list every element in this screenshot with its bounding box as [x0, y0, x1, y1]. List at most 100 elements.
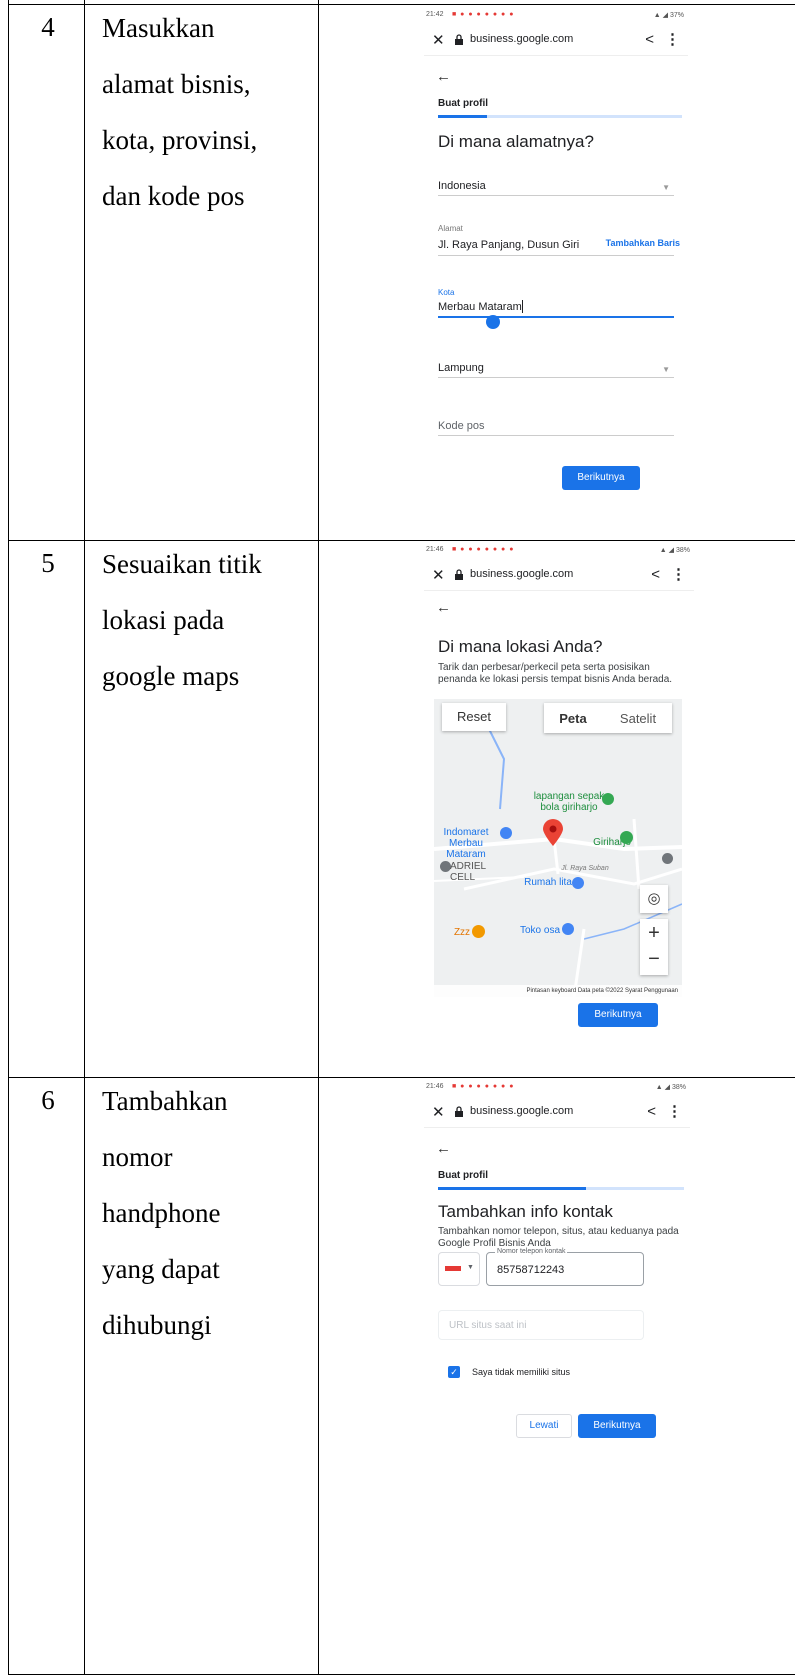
- step-description: Sesuaikan titik lokasi pada google maps: [102, 536, 302, 704]
- poi-lapangan[interactable]: lapangan sepak bola giriharjo: [524, 791, 614, 813]
- website-url-field[interactable]: URL situs saat ini: [438, 1310, 644, 1340]
- page-title: Di mana lokasi Anda?: [438, 637, 603, 656]
- poi-park-icon: [602, 793, 614, 805]
- zoom-out-button[interactable]: −: [640, 947, 668, 971]
- poi-generic-icon: [662, 853, 673, 864]
- description-line: Masukkan: [102, 13, 215, 43]
- next-button[interactable]: Berikutnya: [578, 1414, 656, 1438]
- poi-shop-icon: [572, 877, 584, 889]
- province-select[interactable]: Lampung ▼: [438, 360, 674, 378]
- lock-icon: [455, 1106, 463, 1117]
- lock-icon: [455, 569, 463, 580]
- battery-indicator: ▲ ◢ 37%: [653, 12, 684, 19]
- poi-adriel-cell[interactable]: ADRIEL CELL: [450, 861, 510, 883]
- progress-bar: [438, 115, 682, 118]
- close-icon[interactable]: ✕: [432, 31, 445, 49]
- description-line: lokasi pada: [102, 605, 225, 635]
- description-line: handphone: [102, 1198, 221, 1228]
- phone-screenshot-map: 21:46 ■ ● ● ● ● ● ● ● ▲ ◢ 38% ✕ business…: [424, 543, 694, 1075]
- page-title: Di mana alamatnya?: [438, 132, 594, 151]
- add-line-link[interactable]: Tambahkan Baris: [606, 238, 680, 248]
- url-text[interactable]: business.google.com: [470, 33, 573, 45]
- more-options-icon[interactable]: ⋮: [665, 30, 680, 48]
- dropdown-icon: ▼: [467, 1264, 474, 1271]
- poi-zzz[interactable]: Zzz: [450, 927, 474, 938]
- next-button[interactable]: Berikutnya: [562, 466, 640, 490]
- browser-url-bar: ✕ business.google.com < ⋮: [424, 559, 694, 591]
- city-field[interactable]: Kota Merbau Mataram: [438, 286, 674, 318]
- battery-indicator: ▲ ◢ 38%: [655, 1084, 686, 1091]
- poi-rumah-lita[interactable]: Rumah lita: [522, 877, 574, 888]
- cursor-handle[interactable]: [486, 315, 500, 329]
- map-view[interactable]: Reset Peta Satelit lapangan sepak bola g…: [434, 699, 682, 997]
- next-button[interactable]: Berikutnya: [578, 1003, 658, 1027]
- dropdown-icon: ▼: [662, 183, 670, 192]
- poi-shop-icon: [562, 923, 574, 935]
- phone-screenshot-address: 21:42 ■ ● ● ● ● ● ● ● ▲ ◢ 37% ✕ business…: [424, 8, 688, 538]
- map-attribution[interactable]: Pintasan keyboard Data peta ©2022 Syarat…: [434, 985, 682, 997]
- notification-icons: ■ ● ● ● ● ● ● ●: [452, 11, 515, 18]
- my-location-button[interactable]: ◎: [640, 885, 668, 913]
- phone-screenshot-contact: 21:46 ■ ● ● ● ● ● ● ● ▲ ◢ 38% ✕ business…: [424, 1080, 690, 1670]
- back-arrow-icon[interactable]: ←: [436, 1140, 451, 1157]
- description-line: Sesuaikan titik: [102, 549, 262, 579]
- step-description: Tambahkan nomor handphone yang dapat dih…: [102, 1073, 302, 1353]
- map-type-toggle: Peta Satelit: [544, 703, 672, 733]
- share-icon[interactable]: <: [647, 1103, 656, 1120]
- description-line: google maps: [102, 661, 240, 691]
- close-icon[interactable]: ✕: [432, 566, 445, 584]
- skip-button[interactable]: Lewati: [516, 1414, 572, 1438]
- more-options-icon[interactable]: ⋮: [667, 1102, 682, 1120]
- description-line: yang dapat: [102, 1254, 220, 1284]
- description-line: kota, provinsi,: [102, 125, 258, 155]
- address-field[interactable]: Alamat Jl. Raya Panjang, Dusun Giri Tamb…: [438, 222, 680, 256]
- map-type-map-tab[interactable]: Peta: [544, 711, 602, 726]
- phone-number-field[interactable]: Nomor telepon kontak 85758712243: [486, 1248, 644, 1286]
- status-time: 21:42: [426, 11, 444, 18]
- column-divider: [318, 0, 319, 1675]
- step-number: 5: [41, 548, 55, 578]
- back-arrow-icon[interactable]: ←: [436, 68, 451, 85]
- country-select[interactable]: Indonesia ▼: [438, 178, 674, 196]
- browser-url-bar: ✕ business.google.com < ⋮: [424, 1096, 690, 1128]
- lock-icon: [455, 34, 463, 45]
- more-options-icon[interactable]: ⋮: [671, 565, 686, 583]
- status-bar: 21:46 ■ ● ● ● ● ● ● ● ▲ ◢ 38%: [424, 543, 694, 559]
- phone-field-label: Nomor telepon kontak: [495, 1248, 568, 1255]
- postal-code-field[interactable]: Kode pos: [438, 418, 674, 436]
- status-bar: 21:42 ■ ● ● ● ● ● ● ● ▲ ◢ 37%: [424, 8, 688, 24]
- status-bar: 21:46 ■ ● ● ● ● ● ● ● ▲ ◢ 38%: [424, 1080, 690, 1096]
- share-icon[interactable]: <: [651, 566, 660, 583]
- flag-icon: [445, 1266, 461, 1271]
- back-arrow-icon[interactable]: ←: [436, 599, 451, 616]
- zoom-in-button[interactable]: +: [640, 921, 668, 945]
- progress-bar: [438, 1187, 684, 1190]
- step-description: Masukkan alamat bisnis, kota, provinsi, …: [102, 0, 302, 224]
- zoom-controls: + −: [640, 919, 668, 975]
- column-divider: [84, 0, 85, 1675]
- reset-button[interactable]: Reset: [442, 703, 506, 731]
- description-line: dan kode pos: [102, 181, 245, 211]
- browser-url-bar: ✕ business.google.com < ⋮: [424, 24, 688, 56]
- dropdown-icon: ▼: [662, 365, 670, 374]
- description-line: nomor: [102, 1142, 173, 1172]
- text-cursor: [522, 300, 523, 313]
- page-subtitle: Tambahkan nomor telepon, situs, atau ked…: [438, 1226, 679, 1249]
- url-text[interactable]: business.google.com: [470, 568, 573, 580]
- no-website-checkbox[interactable]: ✓: [448, 1366, 460, 1378]
- column-divider: [8, 0, 9, 1675]
- step-label: Buat profil: [438, 98, 488, 109]
- location-pin-icon[interactable]: [542, 819, 564, 847]
- page-subtitle: Tarik dan perbesar/perkecil peta serta p…: [438, 662, 673, 685]
- poi-indomaret[interactable]: Indomaret Merbau Mataram: [434, 827, 498, 860]
- url-text[interactable]: business.google.com: [470, 1105, 573, 1117]
- notification-icons: ■ ● ● ● ● ● ● ●: [452, 1083, 515, 1090]
- poi-toko-osa[interactable]: Toko osa: [518, 925, 562, 936]
- map-type-satellite-tab[interactable]: Satelit: [604, 711, 672, 726]
- battery-indicator: ▲ ◢ 38%: [659, 547, 690, 554]
- description-line: alamat bisnis,: [102, 69, 251, 99]
- share-icon[interactable]: <: [645, 31, 654, 48]
- country-code-picker[interactable]: ▼: [438, 1252, 480, 1286]
- close-icon[interactable]: ✕: [432, 1103, 445, 1121]
- step-label: Buat profil: [438, 1170, 488, 1181]
